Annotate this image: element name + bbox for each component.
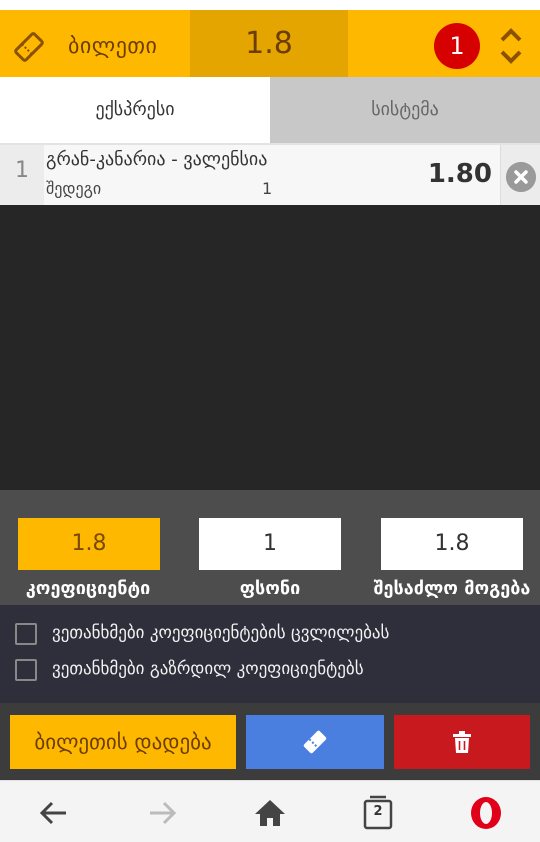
ticket-icon <box>14 32 44 62</box>
trash-icon <box>453 731 471 753</box>
empty-slip-area <box>0 205 540 490</box>
bet-event-name: გრან-კანარია - ვალენსია <box>46 149 268 170</box>
tab-system[interactable]: სისტემა <box>270 77 540 143</box>
accept-odds-change-checkbox[interactable] <box>15 623 37 645</box>
bet-slip-header[interactable]: ბილეთი 1.8 1 <box>0 10 540 77</box>
possible-win-field: 1.8 <box>381 518 523 570</box>
bet-type-tabs: ექსპრესი სისტემა <box>0 77 540 143</box>
bet-outcome: 1 <box>262 179 273 198</box>
bet-options: ვეთანხმები კოეფიციენტების ცვლილებას ვეთა… <box>0 605 540 703</box>
bet-count-badge: 1 <box>434 23 480 69</box>
bet-index: 1 <box>0 145 44 205</box>
status-strip <box>0 0 540 10</box>
stake-input[interactable]: 1 <box>199 518 341 570</box>
place-bet-button[interactable]: ბილეთის დადება <box>10 715 236 769</box>
delete-slip-button[interactable] <box>394 715 530 769</box>
action-bar: ბილეთის დადება <box>0 703 540 780</box>
back-arrow-icon[interactable] <box>36 795 72 831</box>
accept-odds-change-label: ვეთანხმები კოეფიციენტების ცვლილებას <box>52 623 390 643</box>
tabs-icon[interactable]: 2 <box>360 795 396 831</box>
accept-increased-odds-label: ვეთანხმები გაზრდილ კოეფიციენტებს <box>52 659 364 679</box>
total-odds-value: 1.8 <box>245 26 293 61</box>
open-tabs-count: 2 <box>373 804 383 819</box>
bet-details: გრან-კანარია - ვალენსია შედეგი 1 1.80 <box>44 145 500 205</box>
bet-odds: 1.80 <box>427 159 492 189</box>
accept-increased-odds-checkbox[interactable] <box>15 659 37 681</box>
bet-list-item: 1 გრან-კანარია - ვალენსია შედეგი 1 1.80 <box>0 143 540 205</box>
bet-market: შედეგი <box>46 179 102 198</box>
browser-toolbar: 2 <box>0 780 540 842</box>
remove-bet-cell <box>500 145 540 205</box>
tab-express[interactable]: ექსპრესი <box>0 77 270 143</box>
forward-arrow-icon[interactable] <box>144 795 180 831</box>
chevron-up-down-icon[interactable] <box>496 24 526 68</box>
total-odds-field: 1.8 <box>18 518 160 570</box>
header-title: ბილეთი <box>68 34 158 59</box>
odds-label: კოეფიციენტი <box>25 578 151 599</box>
bet-slip-page: ბილეთი 1.8 1 ექსპრესი სისტემა 1 გრან-კან… <box>0 0 540 842</box>
ticket-icon <box>303 730 327 754</box>
bet-summary: 1.8 1 1.8 კოეფიციენტი ფსონი შესაძლო მოგე… <box>0 490 540 605</box>
accept-odds-change-option[interactable]: ვეთანხმები კოეფიციენტების ცვლილებას <box>0 617 540 653</box>
home-icon[interactable] <box>252 795 288 831</box>
opera-logo-icon[interactable] <box>468 795 504 831</box>
total-odds-box: 1.8 <box>190 10 348 77</box>
remove-bet-icon[interactable] <box>506 162 536 192</box>
stake-label: ფსონი <box>239 578 301 599</box>
possible-win-label: შესაძლო მოგება <box>373 578 531 599</box>
accept-increased-odds-option[interactable]: ვეთანხმები გაზრდილ კოეფიციენტებს <box>0 653 540 689</box>
save-ticket-button[interactable] <box>246 715 384 769</box>
